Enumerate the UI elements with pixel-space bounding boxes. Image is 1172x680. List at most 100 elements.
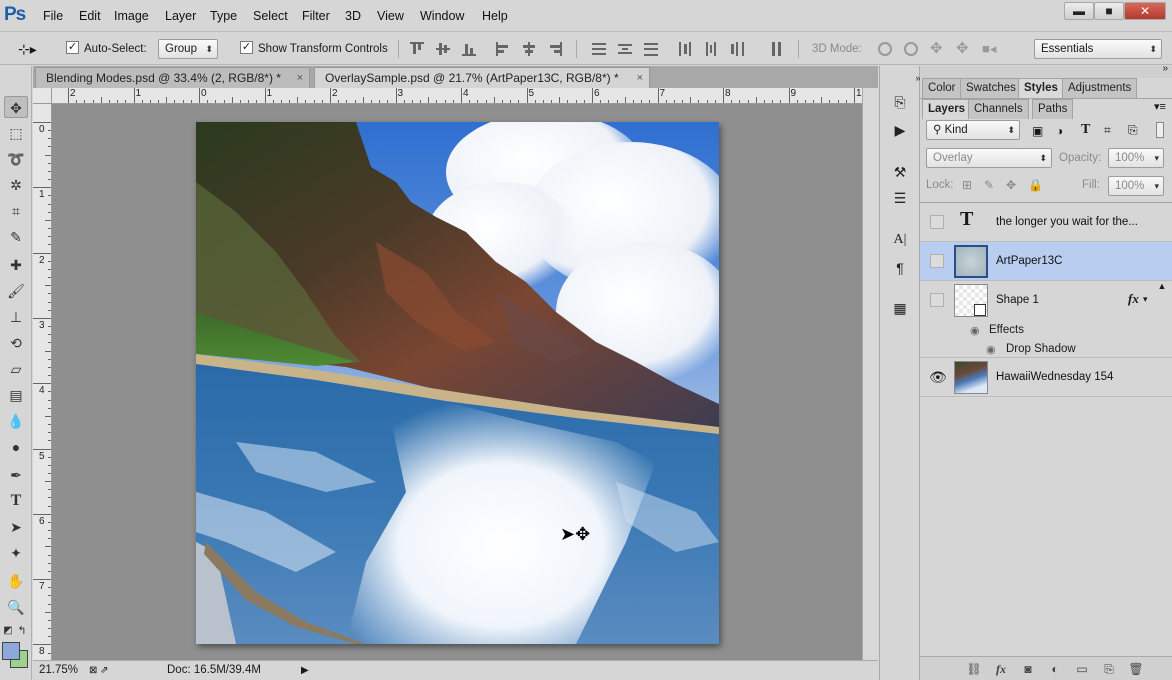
panel-menu-icon[interactable]: ▾≡ — [1154, 100, 1166, 113]
type-filter-icon[interactable]: T — [1081, 122, 1090, 138]
type-tool-icon[interactable]: T — [4, 490, 28, 512]
menu-layer[interactable]: Layer — [165, 9, 196, 23]
tab-swatches[interactable]: Swatches — [960, 78, 1022, 98]
link-layers-icon[interactable]: ⛓ — [966, 662, 982, 676]
lock-pixels-icon[interactable]: ✎ — [984, 178, 994, 192]
canvas-area[interactable]: ➤✥ — [52, 104, 862, 660]
document-canvas[interactable]: ➤✥ — [196, 122, 719, 644]
align-bottom-icon[interactable] — [462, 42, 476, 56]
adjustment-filter-icon[interactable]: ◑ — [1056, 124, 1063, 138]
lock-position-icon[interactable]: ✥ — [1006, 178, 1016, 192]
align-right-icon[interactable] — [548, 42, 562, 56]
lasso-tool-icon[interactable]: ➰ — [4, 148, 28, 170]
history-panel-icon[interactable]: ⎘ — [889, 92, 911, 112]
ruler-horizontal[interactable]: 2 1 0 1 2 3 4 5 6 7 8 9 1 — [52, 88, 862, 104]
ruler-origin[interactable] — [33, 88, 52, 104]
clone-stamp-tool-icon[interactable]: ⊥ — [4, 306, 28, 328]
filter-kind-dropdown[interactable]: ⚲ Kind ⬍ — [926, 120, 1020, 140]
scroll-up-arrow-icon[interactable]: ▲ — [1152, 281, 1172, 297]
menu-filter[interactable]: Filter — [302, 9, 330, 23]
show-transform-checkbox[interactable]: ✓ — [240, 41, 253, 54]
quick-selection-tool-icon[interactable]: ✲ — [4, 174, 28, 196]
workspace-dropdown[interactable]: Essentials ⬍ — [1034, 39, 1162, 59]
minimize-button[interactable]: ▬ — [1064, 2, 1094, 20]
lock-transparent-icon[interactable]: ⊞ — [962, 178, 972, 192]
tool-presets-icon[interactable]: ▦ — [889, 298, 911, 318]
shape-tool-icon[interactable]: ✦ — [4, 542, 28, 564]
tab-layers[interactable]: Layers — [922, 99, 972, 119]
distribute-right-icon[interactable] — [730, 42, 744, 56]
close-icon[interactable]: × — [637, 68, 643, 88]
eraser-tool-icon[interactable]: ▱ — [4, 358, 28, 380]
shape-filter-icon[interactable]: ⌗ — [1104, 123, 1111, 138]
menu-type[interactable]: Type — [210, 9, 237, 23]
move-tool-icon[interactable]: ⊹▸ — [18, 39, 37, 59]
ruler-vertical[interactable]: 0 1 2 3 4 5 6 7 8 — [33, 104, 52, 660]
visibility-toggle[interactable] — [930, 293, 944, 307]
visibility-toggle[interactable] — [930, 254, 944, 268]
align-left-icon[interactable] — [496, 42, 510, 56]
visibility-toggle[interactable] — [930, 215, 944, 229]
status-options-icon[interactable]: ⊠ ⇗ — [89, 661, 109, 680]
brush-panel-icon[interactable]: ⚒ — [889, 162, 911, 182]
new-layer-icon[interactable]: ⎘ — [1101, 662, 1117, 676]
crop-tool-icon[interactable]: ⌗ — [4, 200, 28, 222]
character-panel-icon[interactable]: A| — [889, 230, 911, 250]
menu-edit[interactable]: Edit — [79, 9, 101, 23]
menu-image[interactable]: Image — [114, 9, 149, 23]
tab-styles[interactable]: Styles — [1018, 78, 1064, 98]
collapse-icon[interactable]: » — [1162, 63, 1168, 74]
menu-window[interactable]: Window — [420, 9, 464, 23]
eye-icon[interactable]: ◉ — [986, 343, 996, 356]
marquee-tool-icon[interactable]: ⬚ — [4, 122, 28, 144]
align-vcenter-icon[interactable] — [436, 42, 450, 56]
maximize-button[interactable]: ■ — [1094, 2, 1124, 20]
actions-panel-icon[interactable]: ▶ — [889, 120, 911, 140]
swap-colors-icon[interactable]: ↰ — [14, 620, 30, 642]
align-hcenter-icon[interactable] — [522, 42, 536, 56]
distribute-bottom-icon[interactable] — [644, 42, 658, 56]
distribute-left-icon[interactable] — [678, 42, 692, 56]
menu-help[interactable]: Help — [482, 9, 508, 23]
tab-blending-modes[interactable]: Blending Modes.psd @ 33.4% (2, RGB/8*) *… — [35, 67, 310, 88]
chevron-down-icon[interactable]: ▾ — [1143, 294, 1148, 305]
menu-3d[interactable]: 3D — [345, 9, 361, 23]
move-tool-icon[interactable]: ✥ — [4, 96, 28, 118]
fx-icon[interactable]: fx — [1128, 291, 1139, 307]
tab-overlay-sample[interactable]: OverlaySample.psd @ 21.7% (ArtPaper13C, … — [314, 67, 650, 88]
new-adjustment-icon[interactable]: ◐ — [1047, 662, 1063, 676]
brush-presets-icon[interactable]: ☰ — [889, 188, 911, 208]
add-style-icon[interactable]: fx — [993, 662, 1009, 676]
healing-brush-tool-icon[interactable]: ✚ — [4, 254, 28, 276]
tab-color[interactable]: Color — [922, 78, 962, 98]
tab-paths[interactable]: Paths — [1032, 99, 1074, 119]
pen-tool-icon[interactable]: ✒ — [4, 464, 28, 486]
menu-view[interactable]: View — [377, 9, 404, 23]
eye-icon[interactable]: 👁 — [929, 369, 947, 386]
auto-select-checkbox[interactable]: ✓ — [66, 41, 79, 54]
filter-toggle[interactable] — [1156, 122, 1164, 138]
distribute-vcenter-icon[interactable] — [618, 42, 632, 56]
auto-select-target-dropdown[interactable]: Group ⬍ — [158, 39, 218, 59]
smart-object-filter-icon[interactable]: ⎘ — [1128, 123, 1138, 138]
path-selection-tool-icon[interactable]: ➤ — [4, 516, 28, 538]
image-filter-icon[interactable]: ▣ — [1032, 124, 1043, 138]
delete-layer-icon[interactable]: 🗑 — [1128, 662, 1144, 676]
fill-input[interactable]: 100% ▾ — [1108, 176, 1164, 196]
align-top-icon[interactable] — [410, 42, 424, 56]
close-button[interactable]: ✕ — [1124, 2, 1166, 20]
zoom-tool-icon[interactable]: 🔍 — [4, 596, 28, 618]
blur-tool-icon[interactable]: 💧 — [4, 410, 28, 432]
dodge-tool-icon[interactable]: ● — [4, 436, 28, 458]
distribute-top-icon[interactable] — [592, 42, 606, 56]
paragraph-panel-icon[interactable]: ¶ — [889, 258, 911, 278]
auto-align-icon[interactable] — [770, 42, 784, 56]
layer-row-text[interactable]: T the longer you wait for the... — [920, 203, 1172, 242]
add-mask-icon[interactable]: ◙ — [1020, 662, 1036, 676]
vertical-scrollbar[interactable] — [862, 88, 878, 660]
menu-file[interactable]: File — [43, 9, 63, 23]
history-brush-tool-icon[interactable]: ⟲ — [4, 332, 28, 354]
lock-all-icon[interactable]: 🔒 — [1028, 178, 1043, 192]
menu-select[interactable]: Select — [253, 9, 288, 23]
layer-row-shape[interactable]: Shape 1 fx ▾ ◉ Effects ◉ Drop Shadow — [920, 281, 1172, 358]
